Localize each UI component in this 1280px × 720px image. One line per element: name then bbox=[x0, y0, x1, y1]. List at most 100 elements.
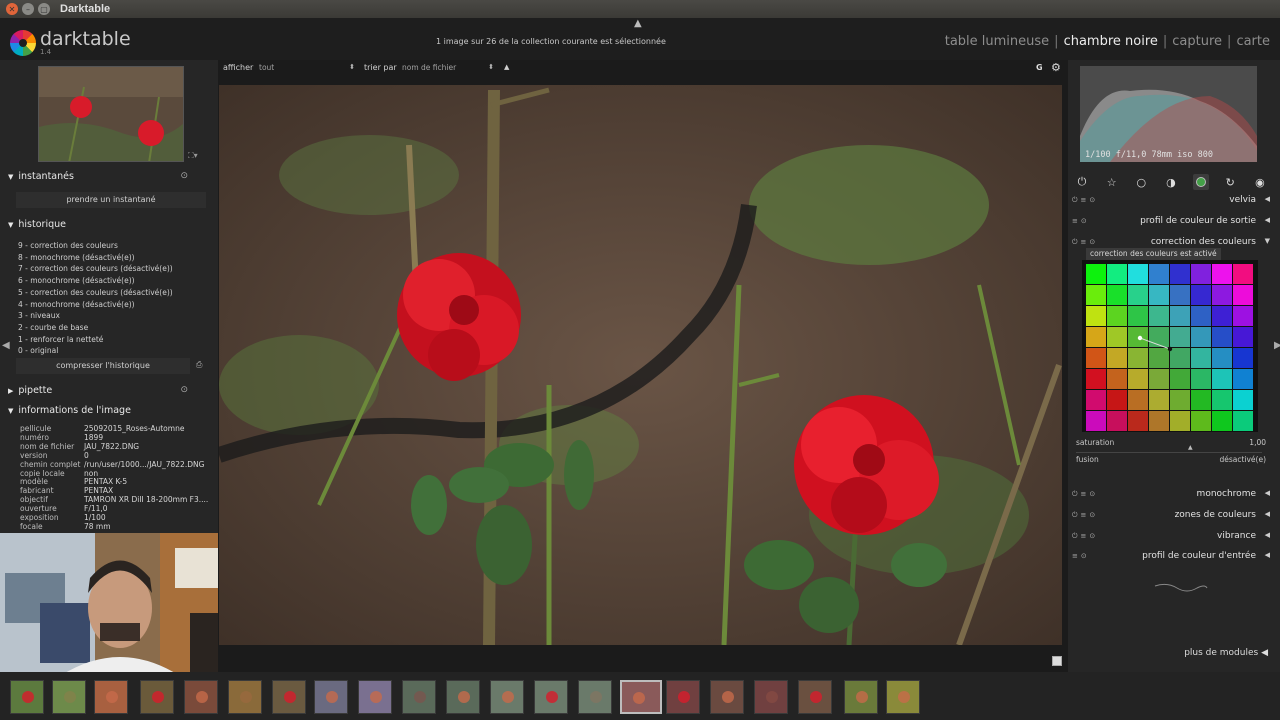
collapse-right-arrow-icon[interactable]: ▶ bbox=[1274, 340, 1280, 351]
module-controls-icon[interactable]: ≡⊙ bbox=[1072, 217, 1090, 225]
module-controls-icon[interactable]: ≡⊙ bbox=[1072, 552, 1090, 560]
filmstrip-thumbnail[interactable] bbox=[446, 680, 480, 714]
module-controls-icon[interactable]: ⏻≡⊙ bbox=[1072, 490, 1098, 499]
view-darkroom[interactable]: chambre noire bbox=[1064, 34, 1158, 49]
module-vibrance[interactable]: ⏻≡⊙ vibrance ◀ bbox=[1068, 528, 1280, 546]
picker-reset-icon[interactable]: ⊙ bbox=[180, 385, 188, 395]
thumbnail-subject bbox=[240, 691, 252, 703]
module-input-color-profile[interactable]: ≡⊙ profil de couleur d'entrée ◀ bbox=[1068, 548, 1280, 566]
filmstrip-thumbnail[interactable] bbox=[666, 680, 700, 714]
history-item[interactable]: 8 - monochrome (désactivé(e)) bbox=[18, 252, 173, 264]
close-icon[interactable]: ✕ bbox=[6, 3, 18, 15]
take-snapshot-button[interactable]: prendre un instantané bbox=[16, 192, 206, 208]
module-controls-icon[interactable]: ⏻≡⊙ bbox=[1072, 238, 1098, 247]
filmstrip-thumbnail[interactable] bbox=[578, 680, 612, 714]
filmstrip-thumbnail[interactable] bbox=[184, 680, 218, 714]
section-color-picker[interactable]: ▶ pipette bbox=[8, 385, 52, 396]
shadow-handle[interactable] bbox=[1137, 335, 1143, 341]
correct-group-icon[interactable]: ↻ bbox=[1222, 174, 1238, 190]
filmstrip-thumbnail[interactable] bbox=[844, 680, 878, 714]
minimize-icon[interactable]: – bbox=[22, 3, 34, 15]
fusion-combobox[interactable]: fusion désactivé(e) bbox=[1076, 455, 1266, 469]
power-icon[interactable]: ⏻ bbox=[1074, 174, 1090, 190]
star-icon[interactable]: ☆ bbox=[1104, 174, 1120, 190]
gear-icon[interactable]: ⚙ bbox=[1051, 61, 1061, 74]
collapse-arrow-icon[interactable]: ◀ bbox=[1265, 510, 1270, 518]
section-history[interactable]: ▼ historique bbox=[8, 219, 66, 230]
tone-group-icon[interactable]: ◑ bbox=[1163, 174, 1179, 190]
section-image-info[interactable]: ▼ informations de l'image bbox=[8, 405, 131, 416]
color-correction-grid[interactable] bbox=[1082, 260, 1258, 432]
main-image[interactable] bbox=[219, 85, 1062, 645]
view-lighttable[interactable]: table lumineuse bbox=[945, 34, 1049, 49]
section-snapshots[interactable]: ▼ instantanés bbox=[8, 171, 74, 182]
filmstrip-thumbnail[interactable] bbox=[52, 680, 86, 714]
filmstrip-thumbnail[interactable] bbox=[228, 680, 262, 714]
filmstrip-thumbnail[interactable] bbox=[620, 680, 662, 714]
collapse-arrow-icon[interactable]: ◀ bbox=[1265, 531, 1270, 539]
effects-group-icon[interactable]: ◉ bbox=[1252, 174, 1268, 190]
collapse-top-arrow-icon[interactable]: ▲ bbox=[634, 18, 642, 29]
histogram[interactable]: 1/100 f/11,0 78mm iso 800 bbox=[1080, 66, 1257, 162]
thumbnail-subject bbox=[414, 691, 426, 703]
view-tethering[interactable]: capture bbox=[1172, 34, 1222, 49]
module-controls-icon[interactable]: ⏻≡⊙ bbox=[1072, 196, 1098, 205]
color-group-icon[interactable] bbox=[1192, 174, 1209, 190]
collapse-arrow-icon[interactable]: ◀ bbox=[1265, 216, 1270, 224]
filmstrip-thumbnail[interactable] bbox=[94, 680, 128, 714]
filmstrip-thumbnail[interactable] bbox=[358, 680, 392, 714]
snapshots-reset-icon[interactable]: ⊙ bbox=[180, 171, 188, 181]
more-modules-button[interactable]: plus de modules ◀ bbox=[1184, 648, 1268, 658]
sort-combobox[interactable]: nom de fichier ⬍ bbox=[402, 63, 494, 75]
filmstrip-thumbnail[interactable] bbox=[272, 680, 306, 714]
history-item[interactable]: 4 - monochrome (désactivé(e)) bbox=[18, 299, 173, 311]
module-output-color-profile[interactable]: ≡⊙ profil de couleur de sortie ◀ bbox=[1068, 213, 1280, 231]
thumbnail-subject bbox=[196, 691, 208, 703]
filmstrip-thumbnail[interactable] bbox=[402, 680, 436, 714]
collapse-arrow-icon[interactable]: ◀ bbox=[1265, 489, 1270, 497]
saturation-track[interactable] bbox=[1076, 452, 1262, 453]
saturation-slider[interactable]: saturation 1,00 bbox=[1076, 438, 1266, 452]
compress-history-button[interactable]: compresser l'historique bbox=[16, 358, 190, 374]
filmstrip-thumbnail[interactable] bbox=[490, 680, 524, 714]
filmstrip-thumbnail[interactable] bbox=[314, 680, 348, 714]
show-filter-combobox[interactable]: tout ⬍ bbox=[259, 63, 355, 75]
filmstrip-thumbnail[interactable] bbox=[140, 680, 174, 714]
thumbnail-subject bbox=[106, 691, 118, 703]
history-item[interactable]: 1 - renforcer la netteté bbox=[18, 334, 173, 346]
history-item[interactable]: 5 - correction des couleurs (désactivé(e… bbox=[18, 287, 173, 299]
filmstrip-thumbnail[interactable] bbox=[534, 680, 568, 714]
fullscreen-icon[interactable] bbox=[1052, 656, 1062, 666]
zoom-control-icon[interactable]: ⛶▾ bbox=[188, 151, 198, 161]
history-item[interactable]: 2 - courbe de base bbox=[18, 322, 173, 334]
history-item[interactable]: 0 - original bbox=[18, 345, 173, 357]
filmstrip-thumbnail[interactable] bbox=[10, 680, 44, 714]
sort-direction-icon[interactable]: ▲ bbox=[504, 63, 509, 71]
history-item[interactable]: 6 - monochrome (désactivé(e)) bbox=[18, 275, 173, 287]
navigation-thumbnail[interactable] bbox=[38, 66, 184, 162]
highlight-handle[interactable] bbox=[1167, 346, 1173, 352]
filmstrip-thumbnail[interactable] bbox=[710, 680, 744, 714]
collapse-left-arrow-icon[interactable]: ◀ bbox=[2, 340, 10, 351]
lock-icon[interactable]: ⎙ bbox=[196, 360, 202, 370]
filmstrip-thumbnail[interactable] bbox=[886, 680, 920, 714]
history-item[interactable]: 7 - correction des couleurs (désactivé(e… bbox=[18, 263, 173, 275]
module-controls-icon[interactable]: ⏻≡⊙ bbox=[1072, 532, 1098, 541]
maximize-icon[interactable]: ▢ bbox=[38, 3, 50, 15]
expand-arrow-icon[interactable]: ▼ bbox=[1265, 237, 1270, 245]
history-item[interactable]: 9 - correction des couleurs bbox=[18, 240, 173, 252]
collapse-arrow-icon[interactable]: ◀ bbox=[1265, 195, 1270, 203]
module-monochrome[interactable]: ⏻≡⊙ monochrome ◀ bbox=[1068, 486, 1280, 504]
collapse-arrow-icon[interactable]: ◀ bbox=[1265, 551, 1270, 559]
module-color-zones[interactable]: ⏻≡⊙ zones de couleurs ◀ bbox=[1068, 507, 1280, 525]
history-item[interactable]: 3 - niveaux bbox=[18, 310, 173, 322]
slider-marker-icon[interactable]: ▲ bbox=[1188, 444, 1193, 451]
fusion-value: désactivé(e) bbox=[1219, 455, 1266, 464]
filmstrip-thumbnail[interactable] bbox=[798, 680, 832, 714]
basic-group-icon[interactable]: ○ bbox=[1133, 174, 1149, 190]
view-map[interactable]: carte bbox=[1236, 34, 1270, 49]
module-controls-icon[interactable]: ⏻≡⊙ bbox=[1072, 511, 1098, 520]
module-velvia[interactable]: ⏻≡⊙ velvia ◀ bbox=[1068, 192, 1280, 210]
grouping-button[interactable]: G bbox=[1036, 63, 1043, 72]
filmstrip-thumbnail[interactable] bbox=[754, 680, 788, 714]
